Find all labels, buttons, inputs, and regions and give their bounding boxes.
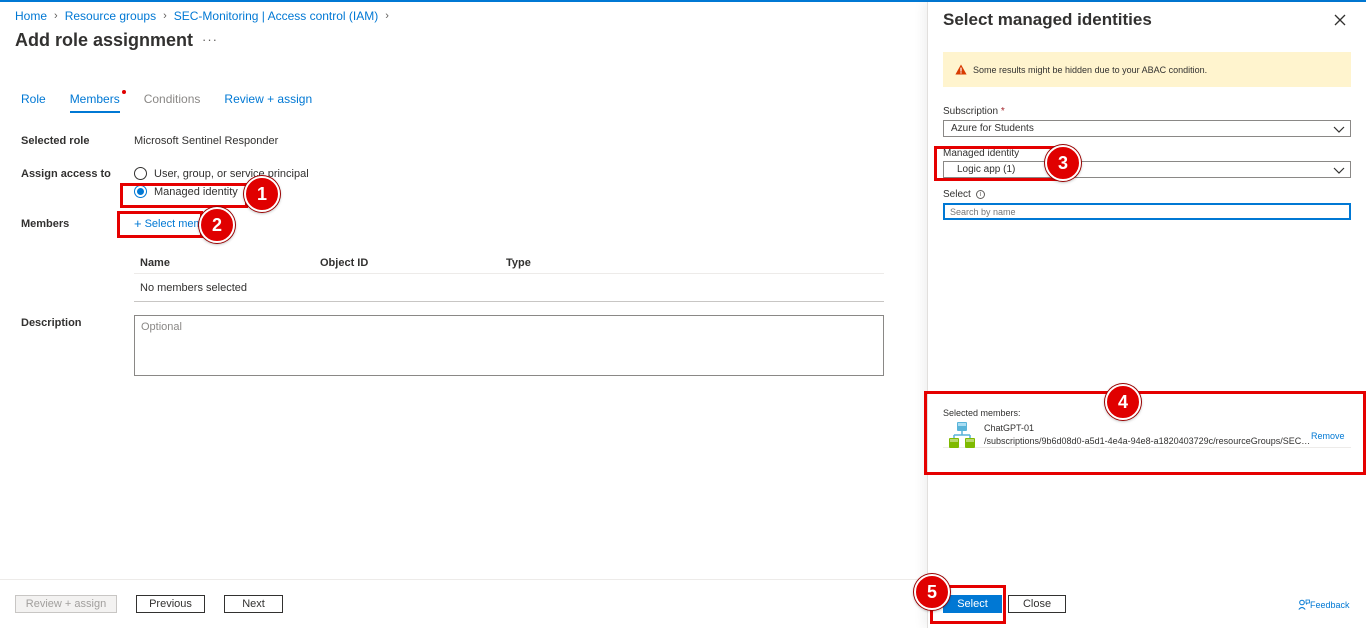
breadcrumb-resource-groups[interactable]: Resource groups [65, 9, 156, 23]
subscription-label-text: Subscription [943, 106, 999, 117]
close-icon[interactable] [1332, 12, 1348, 28]
chevron-right-icon: › [385, 10, 389, 22]
next-button[interactable]: Next [224, 595, 283, 613]
page-title: Add role assignment [15, 30, 194, 50]
selected-role-value: Microsoft Sentinel Responder [134, 135, 279, 147]
info-icon[interactable]: i [975, 189, 985, 199]
previous-button[interactable]: Previous [136, 595, 205, 613]
callout-badge-1: 1 [244, 176, 280, 212]
column-header-object-id[interactable]: Object ID [320, 257, 506, 269]
table-empty-row: No members selected [134, 274, 884, 302]
tab-members[interactable]: Members [69, 90, 126, 113]
review-assign-button[interactable]: Review + assign [15, 595, 117, 613]
members-label: Members [21, 218, 70, 230]
warning-text: Some results might be hidden due to your… [973, 64, 1208, 75]
radio-label: User, group, or service principal [154, 167, 309, 180]
callout-box-select-members [117, 211, 203, 238]
select-label-text: Select [943, 189, 971, 200]
feedback-label: Feedback [1310, 599, 1350, 610]
panel-title: Select managed identities [943, 10, 1152, 29]
breadcrumb-home[interactable]: Home [15, 9, 47, 23]
description-label: Description [21, 317, 82, 329]
abac-warning-bar: Some results might be hidden due to your… [943, 52, 1351, 87]
select-label: Select i [943, 189, 985, 200]
tab-role[interactable]: Role [21, 92, 46, 113]
tab-conditions[interactable]: Conditions [144, 92, 201, 113]
column-header-type[interactable]: Type [506, 257, 531, 269]
callout-box-selected-members [924, 391, 1366, 475]
radio-user-group-principal[interactable]: User, group, or service principal [134, 167, 309, 180]
table-header: Name Object ID Type [134, 252, 884, 274]
callout-badge-2: 2 [199, 207, 235, 243]
tab-members-label: Members [69, 92, 120, 106]
callout-box-managed-identity [120, 183, 248, 208]
chevron-down-icon [1333, 167, 1345, 174]
warning-icon [955, 64, 967, 75]
select-managed-identities-panel: Select managed identities Some results m… [927, 2, 1366, 628]
column-header-name[interactable]: Name [134, 257, 320, 269]
breadcrumb-iam[interactable]: SEC-Monitoring | Access control (IAM) [174, 9, 379, 23]
subscription-dropdown[interactable]: Azure for Students [943, 120, 1351, 137]
required-asterisk: * [1000, 106, 1005, 117]
tab-bar: Role Members Conditions Review + assign [21, 90, 336, 113]
more-options-button[interactable]: ··· [202, 32, 218, 47]
callout-badge-5: 5 [914, 574, 950, 610]
callout-badge-3: 3 [1045, 145, 1081, 181]
feedback-icon [1298, 599, 1310, 610]
breadcrumb: Home › Resource groups › SEC-Monitoring … [15, 9, 396, 23]
assign-access-label: Assign access to [21, 168, 111, 180]
feedback-link[interactable]: Feedback [1298, 599, 1350, 610]
callout-badge-4: 4 [1105, 384, 1141, 420]
subscription-value: Azure for Students [951, 123, 1034, 134]
selected-role-label: Selected role [21, 135, 90, 147]
description-field[interactable]: Optional [134, 315, 884, 376]
search-by-name-input[interactable] [943, 203, 1351, 220]
radio-button[interactable] [134, 167, 147, 180]
chevron-right-icon: › [54, 10, 58, 22]
members-table: Name Object ID Type No members selected [134, 252, 884, 302]
tab-review-assign[interactable]: Review + assign [224, 92, 312, 113]
footer-divider [0, 579, 927, 580]
chevron-right-icon: › [163, 10, 167, 22]
callout-box-managed-identity-dropdown [934, 146, 1061, 181]
required-dot-icon [121, 90, 126, 94]
subscription-label: Subscription * [943, 106, 1005, 117]
chevron-down-icon [1333, 126, 1345, 133]
close-button[interactable]: Close [1008, 595, 1066, 613]
